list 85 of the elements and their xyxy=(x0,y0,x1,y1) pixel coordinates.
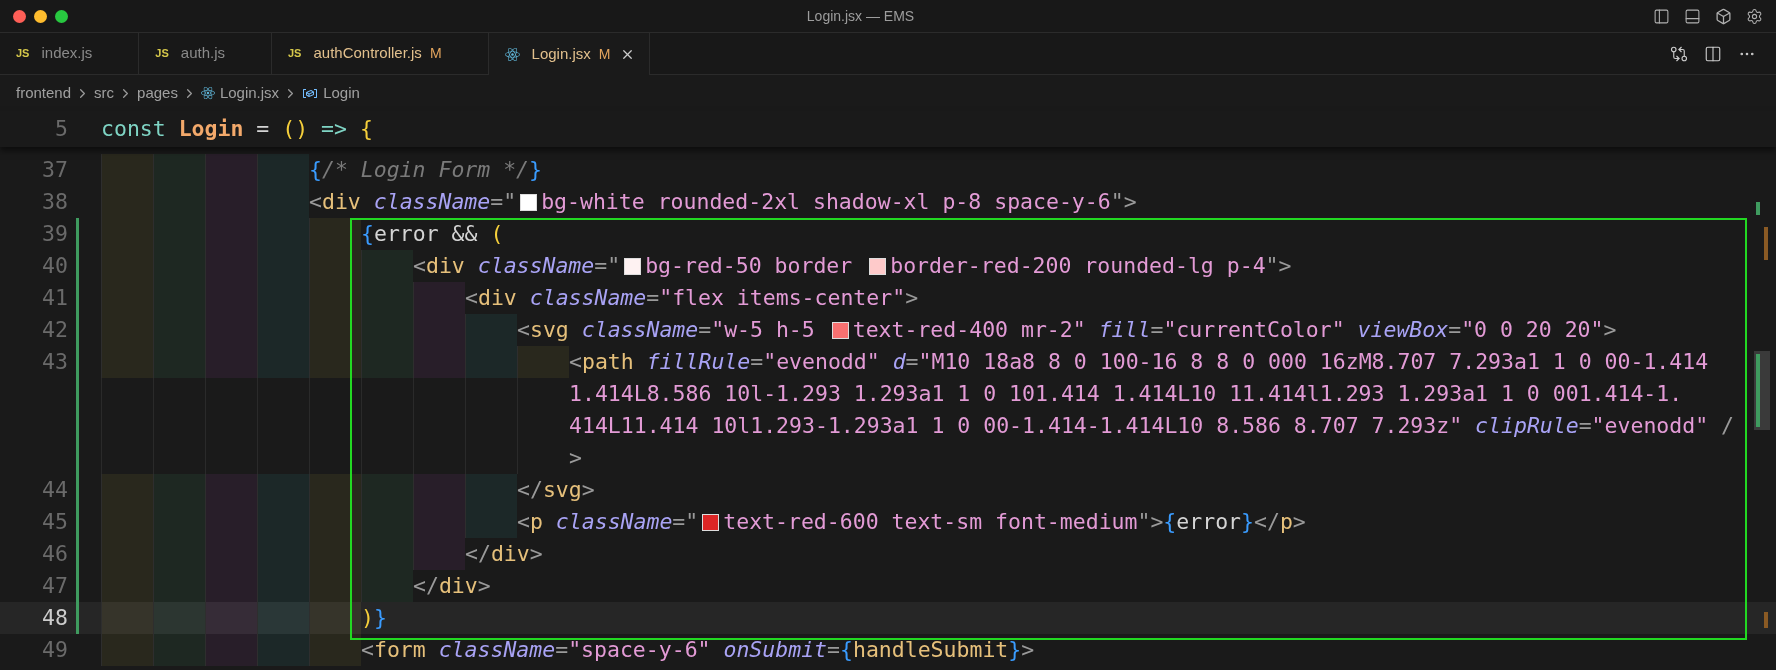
line-number: 38 xyxy=(42,188,68,216)
modified-indicator-text: M xyxy=(429,44,442,63)
indent-highlight xyxy=(257,634,309,666)
color-swatch-icon[interactable] xyxy=(869,257,887,275)
cube-icon[interactable] xyxy=(1715,7,1732,25)
react-file-icon xyxy=(200,86,215,100)
js-file-icon: JS xyxy=(288,45,302,62)
code-text: {/* Login Form */} xyxy=(309,156,542,184)
window-title: Login.jsx — EMS xyxy=(806,6,915,26)
breadcrumb-item[interactable]: pages xyxy=(137,81,178,105)
react-file-icon xyxy=(504,46,520,62)
indent-highlight xyxy=(153,602,205,634)
breadcrumb-item[interactable]: Login xyxy=(323,81,360,105)
code-text: {error && ( xyxy=(361,220,504,248)
code-text: <div className=" xyxy=(309,188,517,216)
code-text: text-red-600 text-sm font-medium">{error}</p> xyxy=(723,508,1306,536)
color-swatch-icon[interactable] xyxy=(624,257,642,275)
settings-icon[interactable] xyxy=(1746,7,1763,25)
code-text: const Login = () => { xyxy=(101,115,373,143)
indent-highlight xyxy=(101,634,153,666)
indent-highlight xyxy=(309,218,361,250)
line-number: 49 xyxy=(42,636,68,664)
code-text: 1.414L8.586 10l-1.293 1.293a1 1 0 101.414 1.414L10 11.414l1.293 1.293a1 1 0 001.414-1. xyxy=(569,380,1683,408)
indent-highlight xyxy=(101,570,153,602)
minimize-window-icon[interactable] xyxy=(34,9,47,23)
code-text: <div className=" xyxy=(413,252,621,280)
breadcrumb-item[interactable]: src xyxy=(94,81,115,105)
line-number: 43 xyxy=(42,348,68,376)
indent-highlight xyxy=(257,602,309,634)
code-text: border-red-200 rounded-lg p-4"> xyxy=(890,252,1292,280)
line-number: 48 xyxy=(42,604,68,632)
modified-indicator-text: M xyxy=(598,44,611,64)
split-editor-icon[interactable] xyxy=(1704,44,1722,63)
maximize-window-icon[interactable] xyxy=(55,9,68,23)
color-swatch-icon[interactable] xyxy=(702,513,720,531)
line-number: 45 xyxy=(42,508,68,536)
editor-tab[interactable]: JS authController.js M xyxy=(272,33,489,74)
color-swatch-icon[interactable] xyxy=(520,193,538,211)
editor-tab[interactable]: JS auth.js xyxy=(139,33,272,74)
indent-highlight xyxy=(205,154,257,186)
line-number: 46 xyxy=(42,540,68,568)
line-number: 41 xyxy=(42,284,68,312)
code-text: <path fillRule="evenodd" d="M10 18a8 8 0 100-16 8 8 0 000 16zM8.707 7.293a1 1 0 00-1.414 xyxy=(569,348,1709,376)
breadcrumb-item[interactable]: frontend xyxy=(16,81,72,105)
indent-highlight xyxy=(205,570,257,602)
indent-highlight xyxy=(257,570,309,602)
code-text: </div> xyxy=(413,572,491,600)
indent-highlight xyxy=(101,154,153,186)
indent-highlight xyxy=(309,634,361,666)
code-text: bg-white rounded-2xl shadow-xl p-8 space-y-6"> xyxy=(541,188,1137,216)
indent-highlight xyxy=(153,634,205,666)
indent-highlight xyxy=(153,570,205,602)
indent-highlight xyxy=(153,154,205,186)
indent-highlight xyxy=(309,570,361,602)
js-file-icon: JS xyxy=(16,45,30,62)
line-number: 37 xyxy=(42,156,68,184)
editor-tab[interactable]: JS index.js xyxy=(0,33,140,74)
code-text: 414L11.414 10l1.293-1.293a1 1 0 00-1.414-1.414L10 8.586 8.707 7.293z" clipRule="evenodd" / xyxy=(569,412,1734,440)
color-swatch-icon[interactable] xyxy=(831,321,849,339)
editor-tab[interactable]: Login.jsx M xyxy=(488,33,651,75)
code-text: )} xyxy=(361,604,387,632)
indent-highlight xyxy=(205,602,257,634)
sidebar-toggle-icon[interactable] xyxy=(1653,7,1670,25)
indent-highlight xyxy=(205,634,257,666)
compare-changes-icon[interactable] xyxy=(1670,44,1688,63)
code-text: text-red-400 mr-2" fill="currentColor" viewBox="0 0 20 20"> xyxy=(852,316,1617,344)
line-number: 39 xyxy=(42,220,68,248)
js-file-icon: JS xyxy=(155,45,169,62)
breadcrumb-item[interactable]: Login.jsx xyxy=(219,81,280,105)
code-text: > xyxy=(569,444,582,472)
line-number: 47 xyxy=(42,572,68,600)
close-window-icon[interactable] xyxy=(13,9,26,23)
code-text: </div> xyxy=(465,540,543,568)
line-number: 44 xyxy=(42,476,68,504)
code-text: <svg className="w-5 h-5 xyxy=(517,316,816,344)
line-number: 42 xyxy=(42,316,68,344)
code-text: <p className=" xyxy=(517,508,699,536)
line-number: 5 xyxy=(55,115,68,143)
indent-highlight xyxy=(257,154,309,186)
panel-toggle-icon[interactable] xyxy=(1684,7,1701,25)
code-text: <div className="flex items-center"> xyxy=(465,284,919,312)
code-text: bg-red-50 border xyxy=(645,252,854,280)
code-text: </svg> xyxy=(517,476,595,504)
code-text: <form className="space-y-6" onSubmit={handleSubmit}> xyxy=(361,636,1035,664)
line-number: 40 xyxy=(42,252,68,280)
